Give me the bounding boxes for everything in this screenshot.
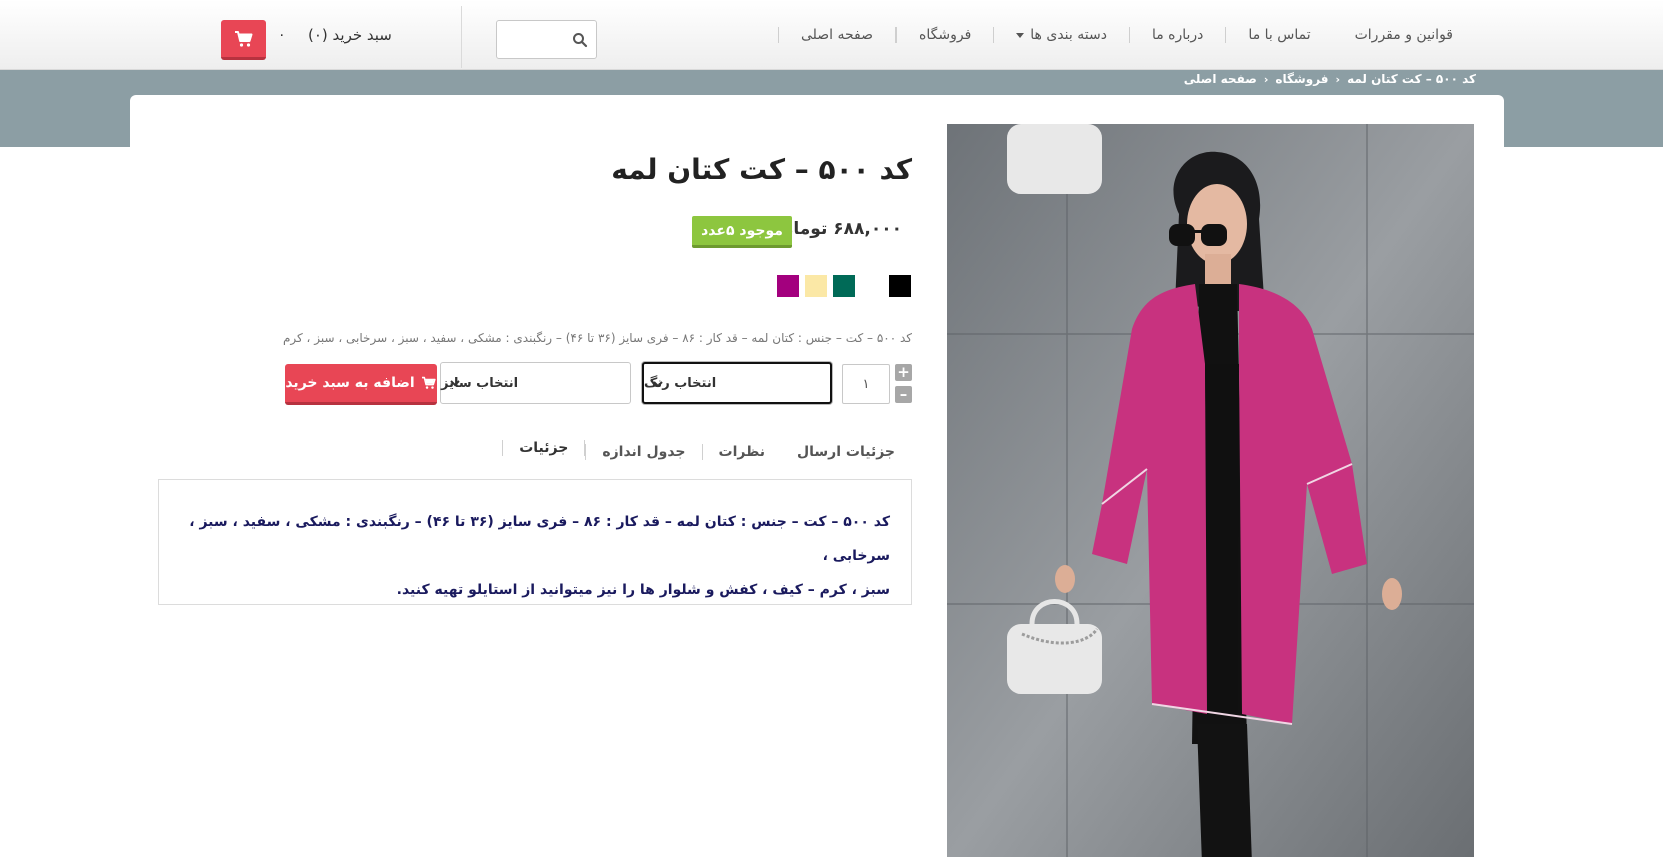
short-description: کد ۵۰۰ – کت – جنس : کتان لمه – قد کار : … [282,331,912,345]
swatch-magenta[interactable] [777,275,799,297]
product-photo [947,124,1474,857]
tab-reviews[interactable]: نظرات [701,444,781,460]
search-icon[interactable] [572,32,588,48]
cart-label[interactable]: سبد خرید (۰) [308,26,392,44]
shopping-cart-icon [421,376,436,389]
stock-badge: موجود ۵عدد [692,216,792,248]
tab-details[interactable]: جزئیات [502,440,586,456]
details-line-2: سبز ، کرم – کیف ، کفش و شلوار ها را نیز … [396,582,890,598]
nav-contact[interactable]: تماس با ما [1225,27,1332,43]
nav-shop[interactable]: فروشگاه [896,27,993,43]
quantity-decrease-button[interactable]: – [895,386,912,403]
main-nav: صفحه اصلی فروشگاه دسته بندی ها درباره ما… [777,0,1475,70]
product-image[interactable] [947,124,1474,857]
cart-button[interactable] [221,20,266,60]
breadcrumb-shop[interactable]: فروشگاه [1275,72,1328,86]
nav-categories[interactable]: دسته بندی ها [993,27,1129,43]
breadcrumb-home[interactable]: صفحه اصلی [1184,72,1257,86]
product-tabs: جزئیات جدول اندازه نظرات جزئیات ارسال [502,436,911,460]
shopping-cart-icon [234,30,252,47]
swatch-black[interactable] [889,275,911,297]
breadcrumb: صفحه اصلی ‹ فروشگاه ‹ کد ۵۰۰ – کت کتان ل… [1184,72,1476,86]
chevron-down-icon [450,380,460,387]
nav-categories-label: دسته بندی ها [1030,27,1107,43]
caret-down-icon [1016,32,1025,38]
swatch-white[interactable] [861,275,883,297]
size-select[interactable]: انتخاب سایز [440,362,631,404]
details-panel: کد ۵۰۰ – کت – جنس : کتان لمه – قد کار : … [158,479,912,605]
quantity-increase-button[interactable]: + [895,364,912,381]
breadcrumb-current: کد ۵۰۰ – کت کتان لمه [1347,72,1476,86]
nav-terms[interactable]: قوانین و مقررات [1333,27,1475,43]
search-box [496,20,597,59]
nav-home[interactable]: صفحه اصلی [777,27,897,43]
product-price: ۶۸۸,۰۰۰ تومان [778,219,902,239]
add-to-cart-button[interactable]: اضافه به سبد خرید [285,364,437,405]
quantity-input[interactable] [842,364,890,404]
color-select[interactable]: انتخاب رنگ [642,362,832,404]
chevron-down-icon [653,381,663,388]
chevron-left-icon: ‹ [1335,72,1341,86]
cart-count: ۰ [278,27,286,43]
add-to-cart-label: اضافه به سبد خرید [285,375,415,391]
chevron-left-icon: ‹ [1263,72,1269,86]
tab-shipping[interactable]: جزئیات ارسال [781,444,911,460]
header-divider [461,6,462,68]
swatch-cream[interactable] [805,275,827,297]
top-header: صفحه اصلی فروشگاه دسته بندی ها درباره ما… [0,0,1663,70]
nav-about[interactable]: درباره ما [1128,27,1225,43]
tab-size-chart[interactable]: جدول اندازه [585,444,701,460]
product-title: کد ۵۰۰ – کت کتان لمه [611,153,912,186]
details-text: کد ۵۰۰ – کت – جنس : کتان لمه – قد کار : … [178,505,890,607]
details-line-1: کد ۵۰۰ – کت – جنس : کتان لمه – قد کار : … [189,514,890,564]
swatch-green[interactable] [833,275,855,297]
